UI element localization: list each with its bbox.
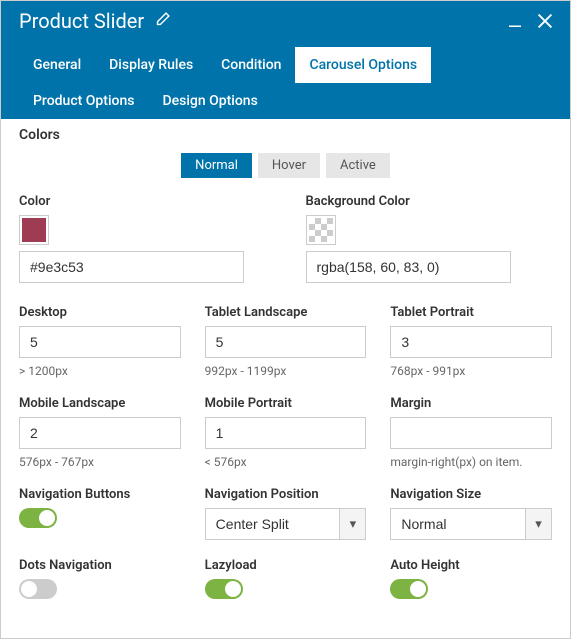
tablet-p-input[interactable] bbox=[390, 326, 552, 358]
close-icon[interactable] bbox=[534, 10, 556, 32]
state-tabs: Normal Hover Active bbox=[19, 153, 552, 178]
nav-buttons-label: Navigation Buttons bbox=[19, 487, 181, 502]
state-tab-active[interactable]: Active bbox=[326, 153, 390, 178]
tablet-l-input[interactable] bbox=[205, 326, 367, 358]
tab-condition[interactable]: Condition bbox=[207, 47, 295, 83]
dots-label: Dots Navigation bbox=[19, 558, 181, 573]
color-label: Color bbox=[19, 194, 266, 209]
main-tabs: General Display Rules Condition Carousel… bbox=[1, 37, 570, 119]
window-title: Product Slider bbox=[19, 9, 144, 33]
edit-icon[interactable] bbox=[154, 11, 171, 32]
color-swatch[interactable] bbox=[19, 215, 49, 245]
mobile-l-label: Mobile Landscape bbox=[19, 396, 181, 411]
bg-color-label: Background Color bbox=[306, 194, 553, 209]
colors-heading: Colors bbox=[19, 127, 552, 143]
mobile-p-input[interactable] bbox=[205, 417, 367, 449]
tab-design-options[interactable]: Design Options bbox=[148, 83, 271, 119]
bg-color-input[interactable] bbox=[306, 251, 511, 283]
chevron-down-icon[interactable]: ▾ bbox=[340, 508, 366, 540]
chevron-down-icon[interactable]: ▾ bbox=[526, 508, 552, 540]
tablet-l-hint: 992px - 1199px bbox=[205, 364, 367, 378]
nav-size-label: Navigation Size bbox=[390, 487, 552, 502]
tab-product-options[interactable]: Product Options bbox=[19, 83, 148, 119]
bg-color-swatch[interactable] bbox=[306, 215, 336, 245]
desktop-hint: > 1200px bbox=[19, 364, 181, 378]
lazyload-label: Lazyload bbox=[205, 558, 367, 573]
nav-position-select[interactable] bbox=[205, 508, 341, 540]
mobile-p-hint: < 576px bbox=[205, 455, 367, 469]
color-swatch-inner bbox=[22, 218, 46, 242]
desktop-label: Desktop bbox=[19, 305, 181, 320]
nav-position-label: Navigation Position bbox=[205, 487, 367, 502]
tablet-l-label: Tablet Landscape bbox=[205, 305, 367, 320]
autoheight-toggle[interactable] bbox=[390, 579, 428, 599]
state-tab-hover[interactable]: Hover bbox=[258, 153, 320, 178]
minimize-icon[interactable] bbox=[506, 12, 524, 30]
nav-buttons-toggle[interactable] bbox=[19, 508, 57, 528]
mobile-p-label: Mobile Portrait bbox=[205, 396, 367, 411]
titlebar: Product Slider bbox=[1, 1, 570, 37]
mobile-l-input[interactable] bbox=[19, 417, 181, 449]
margin-label: Margin bbox=[390, 396, 552, 411]
tab-general[interactable]: General bbox=[19, 47, 95, 83]
tab-carousel-options[interactable]: Carousel Options bbox=[295, 47, 431, 83]
margin-hint: margin-right(px) on item. bbox=[390, 455, 552, 469]
tablet-p-hint: 768px - 991px bbox=[390, 364, 552, 378]
desktop-input[interactable] bbox=[19, 326, 181, 358]
color-input[interactable] bbox=[19, 251, 244, 283]
autoheight-label: Auto Height bbox=[390, 558, 552, 573]
tab-display-rules[interactable]: Display Rules bbox=[95, 47, 207, 83]
mobile-l-hint: 576px - 767px bbox=[19, 455, 181, 469]
margin-input[interactable] bbox=[390, 417, 552, 449]
lazyload-toggle[interactable] bbox=[205, 579, 243, 599]
dots-toggle[interactable] bbox=[19, 579, 57, 599]
nav-size-select[interactable] bbox=[390, 508, 526, 540]
bg-color-swatch-inner bbox=[309, 218, 333, 242]
tablet-p-label: Tablet Portrait bbox=[390, 305, 552, 320]
state-tab-normal[interactable]: Normal bbox=[181, 153, 252, 178]
